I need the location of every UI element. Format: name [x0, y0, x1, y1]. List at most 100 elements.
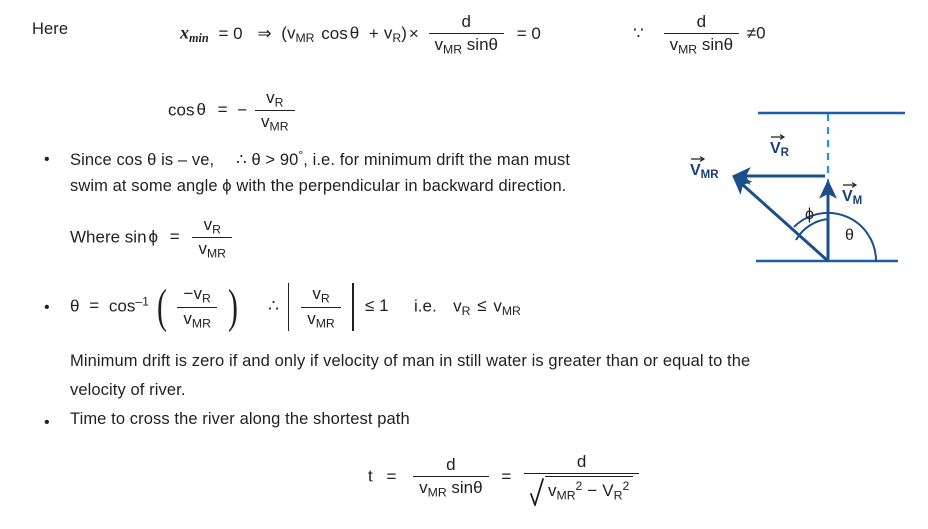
bullet-marker-1: •: [44, 151, 50, 168]
bullet1-text-a: Since cos θ is – ve,: [70, 150, 215, 169]
num-v-2: v: [203, 215, 213, 234]
final-den1-theta: θ: [473, 477, 483, 497]
label-vmr-text: V: [690, 162, 701, 179]
paragraph-line-1: Minimum drift is zero if and only if vel…: [70, 352, 751, 370]
abs-den-v-sub: MR: [315, 315, 335, 330]
num-minus: −: [183, 284, 194, 304]
equals-zero-right: = 0: [516, 23, 541, 43]
equation-theta-arccos: θ = cos–1 ( −vR vMR ) ∴ vR vMR ≤ 1 i.e. …: [70, 283, 521, 331]
vector-diagram: VR VMR VM ϕ θ: [690, 100, 928, 280]
num-v: v: [266, 88, 275, 107]
bullet-1-line-2: swim at some angle ϕ with the perpendicu…: [70, 177, 567, 195]
theta-symbol-2: θ: [196, 100, 206, 120]
document-page: Here xmin = 0 ⇒ (vMR cos θ + vR) × d vMR si…: [0, 0, 928, 529]
equals-5: =: [386, 466, 397, 486]
vmr-subscript: MR: [295, 30, 315, 45]
big-paren-open: (: [156, 280, 167, 334]
num-v-sub-3: R: [201, 291, 211, 306]
num-v-3: v: [193, 284, 202, 304]
equation-xmin: xmin = 0 ⇒ (vMR cos θ + vR) × d vMR sinθ = …: [180, 12, 546, 56]
final-num-1: d: [446, 455, 456, 475]
theta-symbol: θ: [349, 23, 360, 43]
eq-zero: = 0: [218, 23, 243, 43]
vector-arrow-accent-vm: [843, 182, 858, 188]
radical-tick-icon: [530, 476, 545, 506]
fraction-abs-vr-over-vmr: vR vMR: [301, 284, 341, 330]
den-theta-2: θ: [723, 34, 734, 54]
theta-symbol-3: θ: [70, 296, 80, 316]
ie-le-symbol: ≤: [477, 296, 487, 316]
fraction-neg-vr-over-vmr: −vR vMR: [177, 284, 217, 330]
close-paren: ): [401, 23, 407, 43]
den-sin: sin: [466, 34, 489, 54]
abs-num-v: v: [312, 284, 321, 304]
abs-bar-right: [352, 283, 355, 331]
label-vr-text: V: [770, 140, 781, 157]
label-vm: VM: [842, 182, 863, 208]
abs-bar-left: [287, 283, 290, 331]
den-v-sub-5: MR: [191, 315, 211, 330]
frac-den-vmr: vMR: [255, 110, 295, 134]
bullet-1-line-1: Since cos θ is – ve, ∴ θ > 90°, i.e. for …: [70, 148, 570, 170]
equation-cos-theta: cos θ = − vR vMR: [168, 88, 298, 134]
bullet-marker-3: •: [44, 414, 50, 431]
fraction-vr-over-vmr-2: vR vMR: [192, 215, 232, 261]
rad-v1: v: [548, 480, 557, 500]
phi-symbol: ϕ: [148, 227, 159, 247]
num-v-sub-2: R: [212, 222, 221, 237]
abs-den-v: v: [307, 308, 316, 328]
equals-2: =: [217, 100, 228, 120]
angle-label-theta: θ: [845, 227, 854, 244]
frac-num-vr: vR: [255, 88, 295, 110]
label-vr: VR: [770, 134, 789, 159]
vr-subscript: R: [392, 30, 402, 45]
frac-num-abs-vr: vR: [301, 284, 341, 306]
because-symbol: ∵: [633, 23, 644, 43]
vector-diagram-svg: [731, 111, 905, 263]
den-v-sub-3: MR: [269, 119, 289, 134]
abs-num-v-sub: R: [320, 291, 330, 306]
fraction-d-over-sqrt: d vMR2− VR2: [524, 452, 640, 506]
rad-minus: −: [587, 480, 598, 500]
final-den1-sin: sin: [451, 477, 474, 497]
minus-sign-2: −: [237, 100, 248, 120]
frac-den-abs-vmr: vMR: [301, 306, 341, 330]
rad-sub1: MR: [556, 488, 576, 503]
here-label: Here: [32, 20, 69, 38]
den-v-3: v: [261, 112, 270, 132]
label-vm-text: V: [842, 188, 853, 205]
square-root: vMR2− VR2: [530, 475, 634, 506]
fraction-numerator-2: d: [696, 12, 707, 31]
fraction-denominator-2: vMR sinθ: [663, 32, 740, 56]
label-vm-sub: M: [852, 195, 863, 208]
times-symbol: ×: [408, 23, 419, 43]
equals-6: =: [501, 466, 512, 486]
equation-sin-phi: Where sin ϕ = vR vMR: [70, 215, 235, 261]
rad-sup2: 2: [622, 478, 630, 493]
bullet-marker-2: •: [44, 299, 50, 316]
den-v: v: [434, 34, 444, 54]
frac-den-vmr-3: vMR: [177, 306, 217, 330]
inverse-exponent: –1: [135, 294, 149, 309]
den-sin-2: sin: [701, 34, 724, 54]
den-theta: θ: [488, 34, 498, 54]
fraction-denominator: vMR sinθ: [428, 32, 504, 56]
final-num-2: d: [576, 452, 587, 471]
equation-time-shortest-path: t = d vMR sinθ = d vMR2− VR2: [368, 452, 642, 506]
den-v-5: v: [183, 308, 192, 328]
frac-num-neg-vr: −vR: [177, 284, 217, 306]
den-v-4: v: [198, 239, 207, 259]
le-one: ≤ 1: [365, 296, 389, 316]
final-den1-sub: MR: [427, 485, 447, 500]
where-sin-label: Where sin: [70, 227, 147, 247]
final-den-2-sqrt: vMR2− VR2: [524, 472, 640, 506]
t-symbol: t: [368, 466, 373, 486]
big-paren-close: ): [227, 280, 238, 334]
ie-label: i.e.: [414, 296, 437, 316]
den-v-sub: MR: [443, 41, 463, 56]
den-v-2: v: [669, 34, 679, 54]
angle-label-phi: ϕ: [805, 206, 814, 223]
ie-vr: v: [453, 296, 462, 316]
bullet1-text-c: , i.e. for minimum drift the man must: [303, 150, 571, 169]
vector-arrow-accent-vmr: [691, 156, 706, 162]
